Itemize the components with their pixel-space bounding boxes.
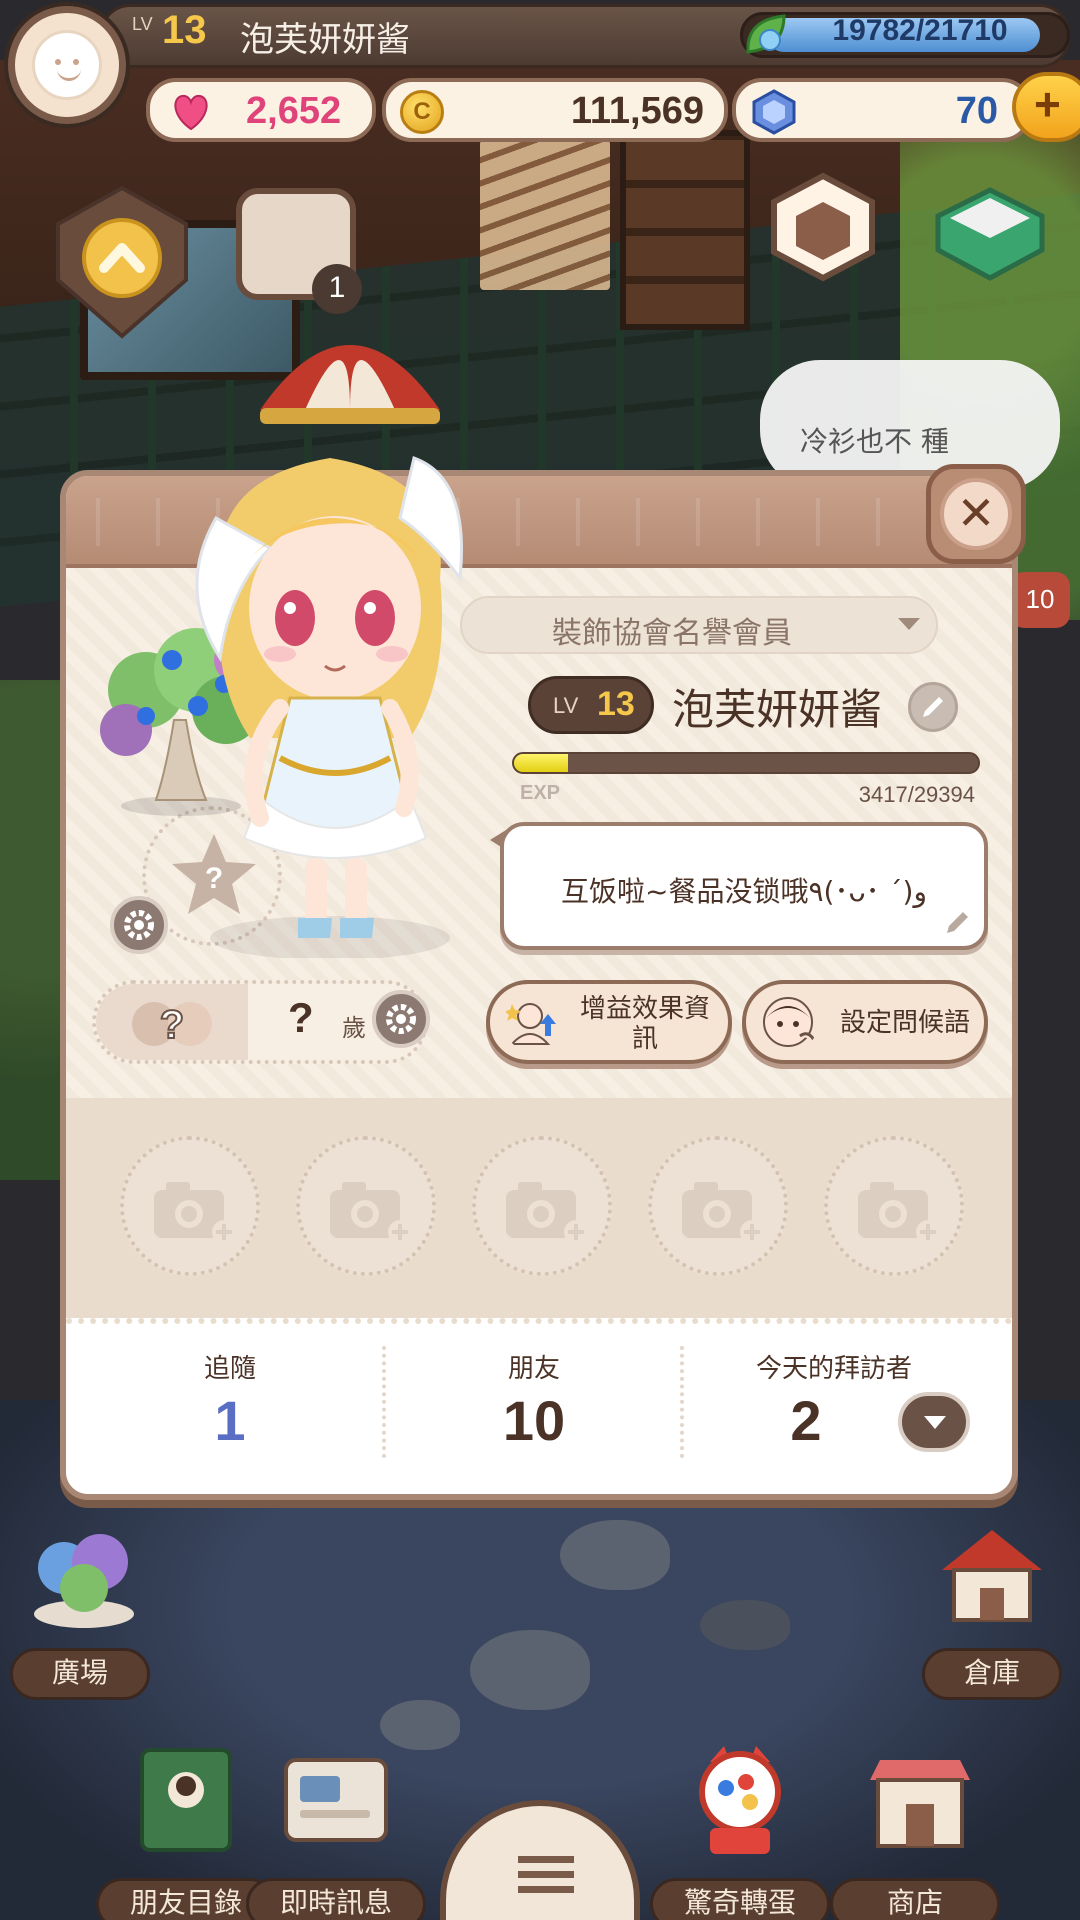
shop-button[interactable]: 商店: [830, 1730, 1000, 1920]
hearts-value: 2,652: [246, 90, 342, 132]
coin-icon: C: [400, 90, 444, 134]
npc-speech-text: 冷衫也不 種: [800, 425, 949, 458]
age-unit: 歲: [342, 1014, 366, 1042]
carousel-canopy-icon: [260, 345, 440, 424]
photo-slot[interactable]: [824, 1136, 964, 1276]
greeting-text: 互饭啦~餐品没锁哦٩(･ᴗ･ ´)و: [561, 875, 927, 908]
camera-add-icon: [330, 1182, 412, 1244]
greeting-wave-icon: [763, 997, 816, 1047]
friends-value[interactable]: 10: [384, 1388, 684, 1453]
buff-up-icon: [504, 1003, 556, 1045]
age-value: ?: [288, 994, 314, 1041]
chevron-down-icon: [898, 618, 920, 630]
storage-box-icon[interactable]: [930, 184, 1050, 284]
set-greeting-label: 設定問候語: [839, 1008, 970, 1038]
camera-add-icon: [154, 1182, 236, 1244]
add-gems-button[interactable]: +: [1012, 72, 1080, 142]
side-count-badge: 10: [1010, 572, 1070, 628]
rock: [700, 1600, 790, 1650]
room-stairs: [480, 140, 610, 290]
collapse-up-icon[interactable]: [54, 184, 190, 340]
friends-label: 朋友: [507, 1354, 560, 1384]
pencil-icon: [947, 912, 968, 933]
gear-icon: [124, 910, 154, 940]
exp-label: EXP: [520, 782, 561, 804]
photo-slot[interactable]: [120, 1136, 260, 1276]
photo-slot[interactable]: [472, 1136, 612, 1276]
calendar-count-badge: 1: [312, 264, 362, 314]
warehouse-button[interactable]: 倉庫: [922, 1510, 1062, 1700]
greeting-bubble[interactable]: 互饭啦~餐品没锁哦٩(･ᴗ･ ´)و: [500, 822, 988, 950]
title-badge-dropdown[interactable]: 裝飾協會名譽會員: [460, 596, 938, 654]
message-board-icon: [284, 1758, 388, 1842]
energy-leaf-icon: [746, 14, 786, 54]
level-badge: LV 13: [528, 676, 654, 734]
visitors-label: 今天的拜訪者: [755, 1354, 912, 1384]
heart-icon: [174, 94, 208, 131]
close-icon: ✕: [940, 478, 1012, 550]
warehouse-label: 倉庫: [922, 1648, 1062, 1700]
level-label: LV: [553, 693, 579, 718]
player-avatar[interactable]: [8, 6, 126, 124]
follow-label: 追隨: [203, 1354, 256, 1384]
buff-info-label: 增益效果資訊: [579, 994, 710, 1054]
rock: [470, 1630, 590, 1710]
friend-book-icon: [140, 1748, 232, 1852]
chevron-down-icon: [924, 1416, 946, 1429]
avatar-face-icon: [32, 30, 102, 100]
rock: [560, 1520, 670, 1590]
menu-icon: [518, 1856, 574, 1896]
plaza-label: 廣場: [10, 1648, 150, 1700]
pencil-icon: [923, 697, 943, 717]
hud-level-value: 13: [162, 8, 207, 52]
profile-player-name: 泡芙妍妍酱: [672, 685, 883, 734]
photo-slot[interactable]: [648, 1136, 788, 1276]
room-edit-icon[interactable]: [768, 172, 878, 282]
camera-add-icon: [858, 1182, 940, 1244]
coins-value: 111,569: [570, 90, 704, 132]
hud-level-label: LV: [132, 14, 153, 34]
gems-counter: 70: [732, 78, 1032, 142]
camera-add-icon: [682, 1182, 764, 1244]
follow-value[interactable]: 1: [80, 1388, 380, 1453]
room-shelf: [620, 130, 750, 330]
gems-value: 70: [955, 90, 998, 132]
hud-player-name: 泡芙妍妍酱: [240, 20, 410, 60]
exp-value: 3417/29394: [858, 782, 975, 807]
exp-fill: [514, 754, 568, 772]
warehouse-icon: [942, 1530, 1042, 1622]
close-button[interactable]: ✕: [926, 464, 1026, 564]
buff-info-button[interactable]: 增益效果資訊: [486, 980, 732, 1064]
gear-icon: [386, 1004, 416, 1034]
gender-mark: ?: [160, 1003, 184, 1047]
gacha-button[interactable]: 驚奇轉蛋: [650, 1730, 830, 1920]
messages-label: 即時訊息: [246, 1878, 426, 1920]
title-badge-text: 裝飾協會名譽會員: [552, 616, 792, 651]
shop-label: 商店: [830, 1878, 1000, 1920]
level-value: 13: [597, 685, 635, 723]
visitors-dropdown-button[interactable]: [898, 1392, 970, 1452]
edit-name-button[interactable]: [908, 682, 958, 732]
shop-stall-icon: [870, 1760, 970, 1848]
plaza-tree-icon: [34, 1534, 134, 1628]
gacha-machine-icon: [699, 1746, 781, 1854]
exp-bar: [512, 752, 980, 774]
camera-add-icon: [506, 1182, 588, 1244]
messages-button[interactable]: 即時訊息: [246, 1730, 426, 1920]
player-character-avatar: [195, 456, 464, 958]
coins-counter: C 111,569: [382, 78, 728, 142]
set-greeting-button[interactable]: 設定問候語: [742, 980, 988, 1064]
gacha-label: 驚奇轉蛋: [650, 1878, 830, 1920]
pet-settings-button[interactable]: [110, 896, 168, 954]
energy-value: 19782/21710: [832, 14, 1008, 47]
gender-age-settings-button[interactable]: [372, 990, 430, 1048]
gem-icon: [752, 89, 796, 135]
plaza-button[interactable]: 廣場: [10, 1510, 150, 1700]
gender-area: ?: [96, 984, 248, 1060]
gender-couple-icon: ?: [132, 1002, 212, 1048]
photo-slot[interactable]: [296, 1136, 436, 1276]
hearts-counter: 2,652: [146, 78, 376, 142]
